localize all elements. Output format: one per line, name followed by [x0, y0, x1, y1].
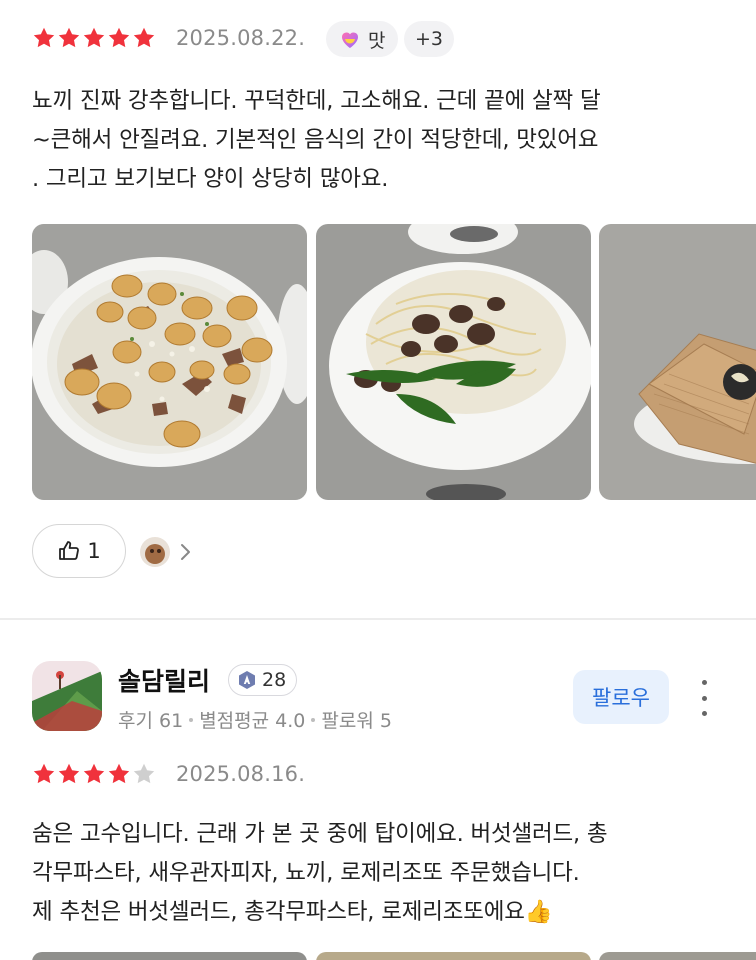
- review-text-line: 각무파스타, 새우관자피자, 뇨끼, 로제리조또 주문했습니다.: [32, 860, 580, 886]
- liker-avatar[interactable]: [140, 537, 170, 567]
- reviewer-avatar[interactable]: [32, 661, 102, 731]
- liker-avatar-image: [140, 537, 170, 567]
- review-photo[interactable]: [599, 952, 756, 960]
- reviewer-level: 28: [262, 669, 287, 691]
- star-filled-icon: [108, 763, 130, 784]
- review-date: 2025.08.16.: [176, 762, 306, 786]
- star-filled-icon: [133, 27, 155, 48]
- review-text: 숨은 고수입니다. 근래 가 본 곳 중에 탑이에요. 버섯샐러드, 총 각무파…: [32, 815, 732, 932]
- review-text-line: 숨은 고수입니다. 근래 가 본 곳 중에 탑이에요. 버섯샐러드, 총: [32, 821, 608, 847]
- review-photo-pasta[interactable]: [316, 224, 591, 500]
- tag-chip-label: 맛: [368, 29, 386, 52]
- rating-stars: [32, 26, 156, 50]
- reviewer-name[interactable]: 솔담릴리: [118, 662, 210, 698]
- review-photo[interactable]: [316, 952, 591, 960]
- separator-dot: [189, 717, 194, 722]
- review-text: 뇨끼 진짜 강추합니다. 꾸덕한데, 고소해요. 근데 끝에 살짝 달 ~큰해서…: [32, 82, 732, 199]
- star-filled-icon: [108, 27, 130, 48]
- review-text-fragment: 제 추천은 버섯셀러드, 총각무파스타, 로제리조또에요: [32, 899, 525, 925]
- like-count: 1: [87, 539, 101, 563]
- tag-chip-taste[interactable]: 맛: [326, 21, 398, 57]
- rating-stars: [32, 762, 156, 786]
- thumbs-up-emoji: 👍: [524, 899, 553, 925]
- review-text-line: 뇨끼 진짜 강추합니다. 꾸덕한데, 고소해요. 근데 끝에 살짝 달: [32, 88, 601, 114]
- star-filled-icon: [33, 27, 55, 48]
- reviewer-review-count: 후기 61: [118, 710, 184, 732]
- mushroom-pasta-photo: [316, 224, 591, 500]
- reviewer-stats: 후기 61 별점평균 4.0 팔로워 5: [118, 706, 392, 733]
- review-photo-gnocchi[interactable]: [32, 224, 307, 500]
- reviewer-avg-rating: 별점평균 4.0: [199, 710, 306, 732]
- review-date: 2025.08.22.: [176, 26, 306, 50]
- more-tags-chip[interactable]: +3: [404, 21, 454, 57]
- thumbs-up-icon: [59, 541, 80, 560]
- heart-face-icon: [342, 32, 358, 48]
- review-photo-dessert[interactable]: [599, 224, 756, 500]
- star-filled-icon: [33, 763, 55, 784]
- review-text-line: ~큰해서 안질려요. 기본적인 음식의 간이 적당한데, 맛있어요: [32, 127, 599, 153]
- star-filled-icon: [58, 763, 80, 784]
- review-text-line: 제 추천은 버섯셀러드, 총각무파스타, 로제리조또에요👍: [32, 893, 732, 932]
- like-button[interactable]: 1: [32, 524, 126, 578]
- star-filled-icon: [58, 27, 80, 48]
- star-filled-icon: [83, 763, 105, 784]
- review-photo[interactable]: [32, 952, 307, 960]
- more-options-icon[interactable]: [694, 680, 714, 716]
- follow-button[interactable]: 팔로우: [573, 670, 669, 724]
- more-tags-count: +3: [414, 28, 443, 50]
- gnocchi-photo: [32, 224, 307, 500]
- level-badge-icon: [239, 671, 255, 689]
- reviewer-followers: 팔로워 5: [321, 710, 392, 732]
- separator-dot: [311, 717, 316, 722]
- review-text-line: . 그리고 보기보다 양이 상당히 많아요.: [32, 166, 389, 192]
- reviewer-avatar-image: [32, 661, 102, 731]
- star-filled-icon: [83, 27, 105, 48]
- chevron-right-icon[interactable]: [178, 542, 192, 562]
- review-divider: [0, 618, 756, 620]
- star-empty-icon: [133, 763, 155, 784]
- reviewer-level-badge: 28: [228, 664, 298, 696]
- dessert-photo: [599, 224, 756, 500]
